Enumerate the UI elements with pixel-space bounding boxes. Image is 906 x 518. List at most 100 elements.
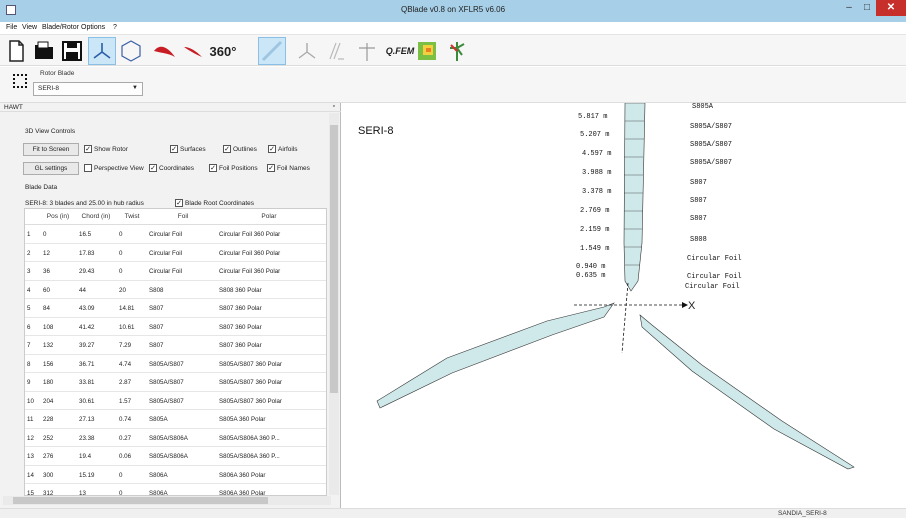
heatmap-icon[interactable] (413, 37, 441, 65)
table-cell[interactable]: 14.81 (119, 305, 147, 312)
show-rotor-checkbox[interactable]: ✓ Show Rotor (84, 145, 128, 153)
maximize-button[interactable]: □ (858, 0, 876, 16)
table-cell[interactable]: 4 (27, 287, 41, 294)
table-cell[interactable]: 0.74 (119, 416, 147, 423)
table-cell[interactable]: 0 (43, 231, 77, 238)
table-cell[interactable]: Circular Foil 360 Polar (219, 268, 323, 275)
menu-help[interactable]: ? (113, 24, 117, 31)
fit-to-screen-button[interactable]: Fit to Screen (23, 143, 79, 156)
windfield-icon[interactable] (443, 37, 471, 65)
circle-icon[interactable] (117, 37, 145, 65)
perspective-view-checkbox[interactable]: Perspective View (84, 164, 144, 172)
float-panel-icon[interactable]: ▫ (333, 103, 335, 110)
table-cell[interactable]: S808 360 Polar (219, 287, 323, 294)
table-cell[interactable]: S807 (149, 324, 219, 331)
table-row[interactable]: 9 180 33.81 2.87 S805A/S807 S805A/S807 360 Po… (25, 373, 326, 392)
table-cell[interactable]: 17.83 (79, 250, 115, 257)
table-cell[interactable]: Circular Foil 360 Polar (219, 250, 323, 257)
vscroll-thumb[interactable] (330, 125, 338, 393)
rotor-icon[interactable] (88, 37, 116, 65)
open-file-icon[interactable] (30, 37, 58, 65)
table-row[interactable]: 13 276 19.4 0.06 S805A/S806A S805A/S806A 360 … (25, 447, 326, 466)
polar-360-button[interactable]: 360° (206, 37, 240, 65)
panel-horizontal-scrollbar[interactable] (3, 496, 331, 505)
table-cell[interactable]: S807 360 Polar (219, 324, 323, 331)
outlines-checkbox[interactable]: ✓ Outlines (223, 145, 257, 153)
foil-positions-checkbox[interactable]: ✓ Foil Positions (209, 164, 258, 172)
table-cell[interactable]: 33.81 (79, 379, 115, 386)
table-row[interactable]: 6 108 41.42 10.61 S807 S807 360 Polar (25, 318, 326, 336)
blade-root-coordinates-checkbox[interactable]: ✓ Blade Root Coordinates (175, 199, 254, 207)
table-cell[interactable]: S805A/S807 360 Polar (219, 361, 323, 368)
table-cell[interactable]: 27.13 (79, 416, 115, 423)
save-icon[interactable] (58, 37, 86, 65)
table-row[interactable]: 5 84 43.09 14.81 S807 S807 360 Polar (25, 299, 326, 318)
table-cell[interactable]: 156 (43, 361, 77, 368)
table-cell[interactable]: S805A/S806A 360 P... (219, 453, 323, 460)
table-cell[interactable]: 300 (43, 472, 77, 479)
table-cell[interactable]: 41.42 (79, 324, 115, 331)
select-region-icon[interactable] (13, 74, 27, 88)
table-cell[interactable]: 39.27 (79, 342, 115, 349)
rotor-blade-select[interactable]: SERI-8 ▼ (33, 82, 143, 96)
turbine-icon[interactable] (353, 37, 381, 65)
table-cell[interactable]: 13 (27, 453, 41, 460)
rotor-3d-view[interactable]: SERI-8 X 5.817 m 5.207 m 4.597 m 3.988 m… (342, 103, 906, 508)
table-cell[interactable]: 7.29 (119, 342, 147, 349)
table-cell[interactable]: 7 (27, 342, 41, 349)
table-cell[interactable]: S805A/S807 (149, 361, 219, 368)
table-cell[interactable]: S805A/S806A (149, 435, 219, 442)
surfaces-checkbox[interactable]: ✓ Surfaces (170, 145, 206, 153)
table-cell[interactable]: 1.57 (119, 398, 147, 405)
menu-view[interactable]: View (22, 24, 37, 31)
table-cell[interactable]: 10 (27, 398, 41, 405)
foil-names-checkbox[interactable]: ✓ Foil Names (267, 164, 310, 172)
table-cell[interactable]: 16.5 (79, 231, 115, 238)
table-row[interactable]: 15 312 13 0 S806A S806A 360 Polar (25, 484, 326, 495)
table-cell[interactable]: S806A 360 Polar (219, 472, 323, 479)
table-cell[interactable]: S806A (149, 472, 219, 479)
table-cell[interactable]: 2 (27, 250, 41, 257)
table-cell[interactable]: S808 (149, 287, 219, 294)
table-cell[interactable]: 2.87 (119, 379, 147, 386)
table-cell[interactable]: S807 (149, 305, 219, 312)
new-file-icon[interactable] (2, 37, 30, 65)
menu-blade-rotor[interactable]: Blade/Rotor (42, 24, 79, 31)
table-cell[interactable]: 9 (27, 379, 41, 386)
table-cell[interactable]: S805A/S806A (149, 453, 219, 460)
table-cell[interactable]: 108 (43, 324, 77, 331)
table-cell[interactable]: 12 (27, 435, 41, 442)
table-row[interactable]: 2 12 17.83 0 Circular Foil Circular Foil 360 … (25, 244, 326, 262)
table-cell[interactable]: 44 (79, 287, 115, 294)
table-cell[interactable]: 19.4 (79, 453, 115, 460)
table-cell[interactable]: 252 (43, 435, 77, 442)
table-cell[interactable]: 0 (119, 250, 147, 257)
airfoils-checkbox[interactable]: ✓ Airfoils (268, 145, 298, 153)
table-cell[interactable]: 132 (43, 342, 77, 349)
table-cell[interactable]: 60 (43, 287, 77, 294)
table-cell[interactable]: S805A/S807 (149, 398, 219, 405)
menu-file[interactable]: File (6, 24, 17, 31)
vawt-icon[interactable] (323, 37, 351, 65)
table-cell[interactable]: S805A/S806A 360 P... (219, 435, 323, 442)
table-cell[interactable]: S805A (149, 416, 219, 423)
table-cell[interactable]: 36 (43, 268, 77, 275)
table-cell[interactable]: Circular Foil (149, 250, 219, 257)
table-cell[interactable]: 20 (119, 287, 147, 294)
table-cell[interactable]: 0 (119, 472, 147, 479)
qfem-button[interactable]: Q.FEM (383, 37, 417, 65)
hscroll-thumb[interactable] (13, 497, 268, 504)
table-cell[interactable]: 30.61 (79, 398, 115, 405)
blade-icon[interactable] (150, 37, 178, 65)
table-cell[interactable]: 228 (43, 416, 77, 423)
table-cell[interactable]: 180 (43, 379, 77, 386)
table-cell[interactable]: 23.38 (79, 435, 115, 442)
table-cell[interactable]: S807 360 Polar (219, 342, 323, 349)
panel-vertical-scrollbar[interactable] (329, 113, 339, 495)
table-cell[interactable]: 8 (27, 361, 41, 368)
table-cell[interactable]: 4.74 (119, 361, 147, 368)
table-cell[interactable]: 276 (43, 453, 77, 460)
table-cell[interactable]: Circular Foil 360 Polar (219, 231, 323, 238)
table-cell[interactable]: 0 (119, 268, 147, 275)
table-cell[interactable]: 14 (27, 472, 41, 479)
